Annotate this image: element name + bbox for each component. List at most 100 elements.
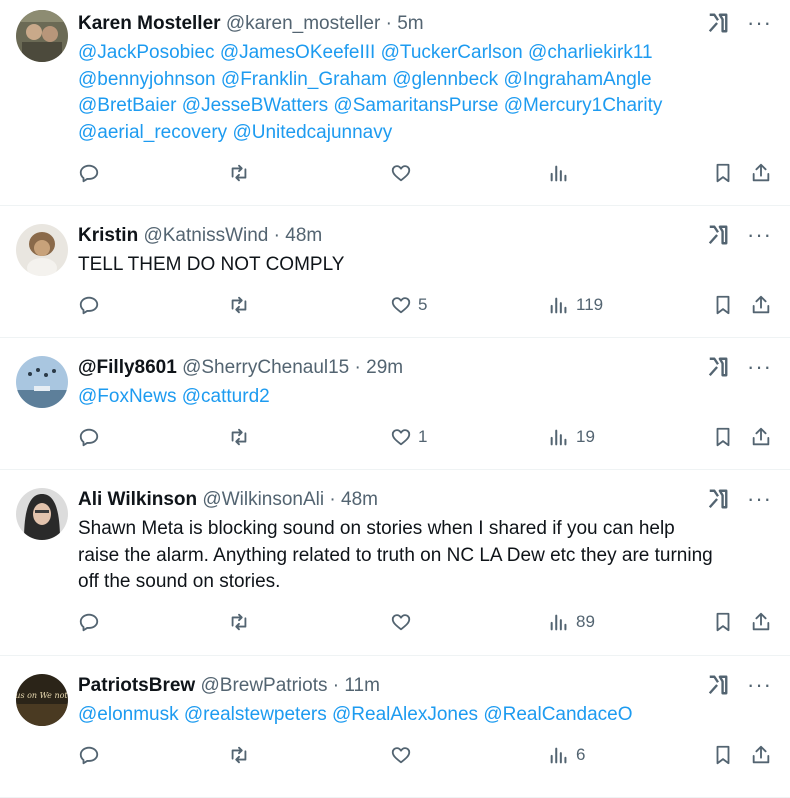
grok-icon[interactable] xyxy=(707,356,729,378)
views-button[interactable]: 119 xyxy=(548,294,603,316)
reply-button[interactable] xyxy=(78,162,100,184)
mention-link[interactable]: @TuckerCarlson xyxy=(381,42,523,63)
author-name[interactable]: Ali Wilkinson xyxy=(78,489,197,510)
repost-button[interactable] xyxy=(228,611,250,633)
tweet[interactable]: Karen Mosteller @karen_mosteller · 5m ··… xyxy=(0,0,790,206)
author-name[interactable]: Kristin xyxy=(78,225,138,246)
mention-link[interactable]: @JesseBWatters xyxy=(182,95,328,116)
more-options-icon[interactable]: ··· xyxy=(747,674,772,696)
author-handle[interactable]: @BrewPatriots xyxy=(200,675,327,696)
mention-link[interactable]: @Franklin_Graham xyxy=(221,69,387,90)
mention-link[interactable]: @elonmusk xyxy=(78,704,179,725)
tweet[interactable]: Ali Wilkinson @WilkinsonAli · 48m ··· Sh… xyxy=(0,470,790,656)
repost-button[interactable] xyxy=(228,744,250,766)
mention-link[interactable]: @bennyjohnson xyxy=(78,69,216,90)
share-button[interactable] xyxy=(750,611,772,633)
views-button[interactable] xyxy=(548,162,576,184)
mention-link[interactable]: @catturd2 xyxy=(182,386,270,407)
mention-link[interactable]: @aerial_recovery xyxy=(78,122,227,143)
repost-button[interactable] xyxy=(228,294,250,316)
repost-icon xyxy=(231,428,247,446)
like-button[interactable] xyxy=(390,744,418,766)
mention-link[interactable]: @realstewpeters xyxy=(184,704,327,725)
mention-link[interactable]: @JamesOKeefeIII xyxy=(220,42,376,63)
share-button[interactable] xyxy=(750,162,772,184)
timestamp[interactable]: 48m xyxy=(285,225,322,246)
analytics-icon xyxy=(550,429,567,446)
share-button[interactable] xyxy=(750,426,772,448)
avatar[interactable] xyxy=(16,224,68,276)
bookmark-button[interactable] xyxy=(712,162,734,184)
tweet-text-line: Shawn Meta is blocking sound on stories … xyxy=(78,518,675,539)
reply-button[interactable] xyxy=(78,426,100,448)
reply-button[interactable] xyxy=(78,611,100,633)
mention-link[interactable]: @Unitedcajunnavy xyxy=(232,122,392,143)
author-handle[interactable]: @KatnissWind xyxy=(143,225,268,246)
more-options-icon[interactable]: ··· xyxy=(747,356,772,378)
view-count: 6 xyxy=(576,745,586,764)
views-button[interactable]: 89 xyxy=(548,611,595,633)
tweet[interactable]: Focus on We not Me PatriotsBrew @BrewPat… xyxy=(0,656,790,798)
share-icon xyxy=(752,745,770,764)
grok-icon[interactable] xyxy=(707,224,729,246)
repost-icon xyxy=(231,296,247,314)
heart-icon xyxy=(391,297,411,314)
grok-icon[interactable] xyxy=(707,12,729,34)
like-button[interactable]: 1 xyxy=(390,426,427,448)
timestamp[interactable]: 11m xyxy=(344,675,380,696)
author-handle[interactable]: @karen_mosteller xyxy=(226,13,380,34)
avatar[interactable] xyxy=(16,356,68,408)
mention-link[interactable]: @FoxNews xyxy=(78,386,176,407)
mention-link[interactable]: @SamaritansPurse xyxy=(333,95,498,116)
avatar[interactable] xyxy=(16,488,68,540)
author-name[interactable]: @Filly8601 xyxy=(78,357,177,378)
bookmark-button[interactable] xyxy=(712,611,734,633)
more-options-icon[interactable]: ··· xyxy=(747,12,772,34)
reply-icon xyxy=(79,613,99,632)
bookmark-button[interactable] xyxy=(712,294,734,316)
bookmark-button[interactable] xyxy=(712,744,734,766)
mention-link[interactable]: @JackPosobiec xyxy=(78,42,215,63)
repost-button[interactable] xyxy=(228,426,250,448)
avatar[interactable] xyxy=(16,10,68,62)
more-options-icon[interactable]: ··· xyxy=(747,488,772,510)
author-handle[interactable]: @SherryChenaul15 xyxy=(182,357,349,378)
author-handle[interactable]: @WilkinsonAli xyxy=(202,489,324,510)
repost-icon xyxy=(231,164,247,182)
avatar[interactable]: Focus on We not Me xyxy=(16,674,68,726)
repost-button[interactable] xyxy=(228,162,250,184)
timestamp[interactable]: 29m xyxy=(366,357,403,378)
grok-icon[interactable] xyxy=(707,488,729,510)
more-options-icon[interactable]: ··· xyxy=(747,224,772,246)
grok-icon[interactable] xyxy=(707,674,729,696)
like-count: 5 xyxy=(418,295,428,314)
mention-link[interactable]: @IngrahamAngle xyxy=(503,69,651,90)
bookmark-icon xyxy=(716,745,730,765)
mention-link[interactable]: @RealAlexJones xyxy=(332,704,478,725)
share-button[interactable] xyxy=(750,294,772,316)
timestamp[interactable]: 48m xyxy=(341,489,378,510)
like-count: 1 xyxy=(418,427,428,446)
like-button[interactable] xyxy=(390,611,418,633)
mention-link[interactable]: @charliekirk11 xyxy=(528,42,653,63)
tweet[interactable]: @Filly8601 @SherryChenaul15 · 29m ··· @F… xyxy=(0,338,790,470)
like-button[interactable]: 5 xyxy=(390,294,427,316)
author-name[interactable]: Karen Mosteller xyxy=(78,13,221,34)
mention-link[interactable]: @RealCandaceO xyxy=(483,704,632,725)
share-button[interactable] xyxy=(750,744,772,766)
views-button[interactable]: 6 xyxy=(548,744,585,766)
mention-link[interactable]: @Mercury1Charity xyxy=(504,95,663,116)
timestamp[interactable]: 5m xyxy=(397,13,423,34)
reply-icon xyxy=(79,746,99,765)
mention-link[interactable]: @glennbeck xyxy=(392,69,498,90)
views-button[interactable]: 19 xyxy=(548,426,595,448)
author-name[interactable]: PatriotsBrew xyxy=(78,675,195,696)
bookmark-icon xyxy=(716,612,730,632)
heart-icon xyxy=(391,614,411,631)
reply-button[interactable] xyxy=(78,744,100,766)
mention-link[interactable]: @BretBaier xyxy=(78,95,177,116)
reply-button[interactable] xyxy=(78,294,100,316)
like-button[interactable] xyxy=(390,162,418,184)
bookmark-button[interactable] xyxy=(712,426,734,448)
tweet[interactable]: Kristin @KatnissWind · 48m ··· TELL THEM… xyxy=(0,206,790,338)
